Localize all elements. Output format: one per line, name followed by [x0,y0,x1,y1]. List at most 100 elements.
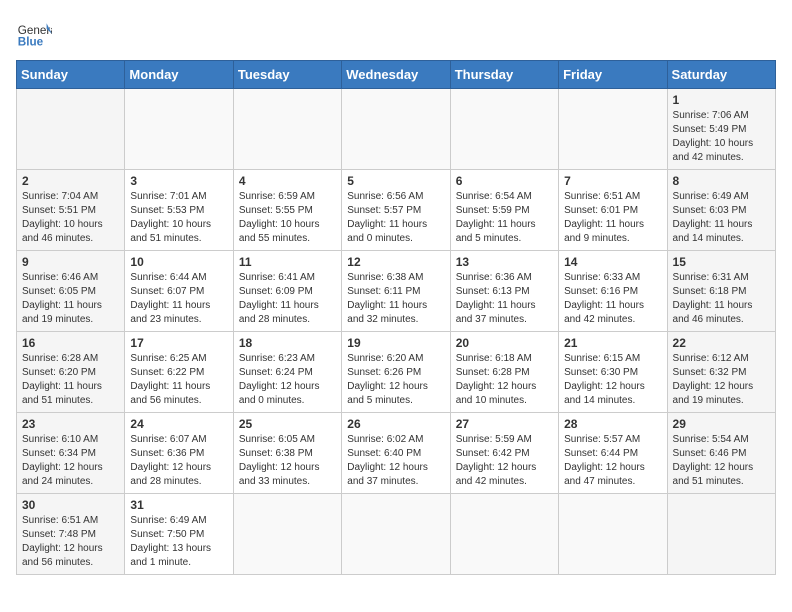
calendar-cell: 30 Sunrise: 6:51 AM Sunset: 7:48 PM Dayli… [17,494,125,575]
day-number: 1 [673,93,770,107]
week-row-3: 16Sunrise: 6:28 AM Sunset: 6:20 PM Dayli… [17,332,776,413]
day-info: Sunrise: 6:44 AM Sunset: 6:07 PM Dayligh… [130,271,227,327]
calendar-cell: 8 Sunrise: 6:49 AM Sunset: 6:03 PM Daylig… [667,170,775,251]
day-info: Sunrise: 6:07 AM Sunset: 6:36 PM Dayligh… [130,433,227,489]
week-row-5: 30 Sunrise: 6:51 AM Sunset: 7:48 PM Dayli… [17,494,776,575]
day-number: 24 [130,417,227,431]
day-number: 14 [564,255,661,269]
calendar-cell: 4 Sunrise: 6:59 AM Sunset: 5:55 PM Daylig… [233,170,341,251]
calendar-cell: 18Sunrise: 6:23 AM Sunset: 6:24 PM Dayli… [233,332,341,413]
day-info: Sunrise: 6:31 AM Sunset: 6:18 PM Dayligh… [673,271,770,327]
day-number: 2 [22,174,119,188]
day-number: 5 [347,174,444,188]
calendar-cell [559,494,667,575]
calendar-cell [233,89,341,170]
calendar-cell [125,89,233,170]
day-info: Sunrise: 6:49 AM Sunset: 7:50 PM Dayligh… [130,514,227,570]
week-row-2: 9Sunrise: 6:46 AM Sunset: 6:05 PM Daylig… [17,251,776,332]
day-number: 13 [456,255,553,269]
day-number: 7 [564,174,661,188]
day-number: 26 [347,417,444,431]
calendar-cell: 12 Sunrise: 6:38 AM Sunset: 6:11 PM Dayli… [342,251,450,332]
day-info: Sunrise: 6:28 AM Sunset: 6:20 PM Dayligh… [22,352,119,408]
day-info: Sunrise: 6:54 AM Sunset: 5:59 PM Dayligh… [456,190,553,246]
calendar-cell: 14Sunrise: 6:33 AM Sunset: 6:16 PM Dayli… [559,251,667,332]
day-number: 15 [673,255,770,269]
calendar-cell: 21 Sunrise: 6:15 AM Sunset: 6:30 PM Dayli… [559,332,667,413]
header-saturday: Saturday [667,61,775,89]
day-info: Sunrise: 7:06 AM Sunset: 5:49 PM Dayligh… [673,109,770,165]
header-monday: Monday [125,61,233,89]
calendar-cell: 13 Sunrise: 6:36 AM Sunset: 6:13 PM Dayli… [450,251,558,332]
logo-icon: General Blue [16,16,52,52]
calendar-cell [667,494,775,575]
day-number: 12 [347,255,444,269]
day-info: Sunrise: 6:02 AM Sunset: 6:40 PM Dayligh… [347,433,444,489]
day-info: Sunrise: 5:57 AM Sunset: 6:44 PM Dayligh… [564,433,661,489]
calendar-cell: 2Sunrise: 7:04 AM Sunset: 5:51 PM Daylig… [17,170,125,251]
calendar-cell: 6 Sunrise: 6:54 AM Sunset: 5:59 PM Daylig… [450,170,558,251]
calendar-cell: 27Sunrise: 5:59 AM Sunset: 6:42 PM Dayli… [450,413,558,494]
calendar-cell [342,89,450,170]
day-number: 8 [673,174,770,188]
day-number: 17 [130,336,227,350]
calendar-cell [450,89,558,170]
week-row-0: 1 Sunrise: 7:06 AM Sunset: 5:49 PM Daylig… [17,89,776,170]
day-info: Sunrise: 6:49 AM Sunset: 6:03 PM Dayligh… [673,190,770,246]
day-number: 23 [22,417,119,431]
calendar-cell: 16Sunrise: 6:28 AM Sunset: 6:20 PM Dayli… [17,332,125,413]
calendar-table: SundayMondayTuesdayWednesdayThursdayFrid… [16,60,776,575]
day-number: 22 [673,336,770,350]
calendar-cell [17,89,125,170]
day-number: 11 [239,255,336,269]
day-number: 4 [239,174,336,188]
header-thursday: Thursday [450,61,558,89]
day-info: Sunrise: 6:59 AM Sunset: 5:55 PM Dayligh… [239,190,336,246]
day-info: Sunrise: 6:15 AM Sunset: 6:30 PM Dayligh… [564,352,661,408]
day-info: Sunrise: 6:36 AM Sunset: 6:13 PM Dayligh… [456,271,553,327]
header-wednesday: Wednesday [342,61,450,89]
calendar-header: SundayMondayTuesdayWednesdayThursdayFrid… [17,61,776,89]
day-info: Sunrise: 6:51 AM Sunset: 7:48 PM Dayligh… [22,514,119,570]
day-info: Sunrise: 7:01 AM Sunset: 5:53 PM Dayligh… [130,190,227,246]
day-info: Sunrise: 6:18 AM Sunset: 6:28 PM Dayligh… [456,352,553,408]
day-info: Sunrise: 5:59 AM Sunset: 6:42 PM Dayligh… [456,433,553,489]
calendar-cell: 5Sunrise: 6:56 AM Sunset: 5:57 PM Daylig… [342,170,450,251]
day-number: 31 [130,498,227,512]
day-number: 20 [456,336,553,350]
calendar-cell: 17Sunrise: 6:25 AM Sunset: 6:22 PM Dayli… [125,332,233,413]
day-number: 21 [564,336,661,350]
calendar-cell: 9Sunrise: 6:46 AM Sunset: 6:05 PM Daylig… [17,251,125,332]
calendar-cell: 25Sunrise: 6:05 AM Sunset: 6:38 PM Dayli… [233,413,341,494]
day-info: Sunrise: 6:38 AM Sunset: 6:11 PM Dayligh… [347,271,444,327]
day-number: 30 [22,498,119,512]
header-tuesday: Tuesday [233,61,341,89]
calendar-cell: 20 Sunrise: 6:18 AM Sunset: 6:28 PM Dayli… [450,332,558,413]
day-info: Sunrise: 6:51 AM Sunset: 6:01 PM Dayligh… [564,190,661,246]
day-info: Sunrise: 6:41 AM Sunset: 6:09 PM Dayligh… [239,271,336,327]
day-info: Sunrise: 6:20 AM Sunset: 6:26 PM Dayligh… [347,352,444,408]
header-row: SundayMondayTuesdayWednesdayThursdayFrid… [17,61,776,89]
day-number: 6 [456,174,553,188]
day-number: 19 [347,336,444,350]
page-header: General Blue [16,16,776,52]
day-info: Sunrise: 6:46 AM Sunset: 6:05 PM Dayligh… [22,271,119,327]
day-info: Sunrise: 6:23 AM Sunset: 6:24 PM Dayligh… [239,352,336,408]
day-info: Sunrise: 6:10 AM Sunset: 6:34 PM Dayligh… [22,433,119,489]
calendar-cell: 15 Sunrise: 6:31 AM Sunset: 6:18 PM Dayli… [667,251,775,332]
calendar-cell: 7 Sunrise: 6:51 AM Sunset: 6:01 PM Daylig… [559,170,667,251]
calendar-cell: 24 Sunrise: 6:07 AM Sunset: 6:36 PM Dayli… [125,413,233,494]
day-number: 28 [564,417,661,431]
logo: General Blue [16,16,58,52]
calendar-cell [559,89,667,170]
day-info: Sunrise: 6:12 AM Sunset: 6:32 PM Dayligh… [673,352,770,408]
week-row-4: 23 Sunrise: 6:10 AM Sunset: 6:34 PM Dayli… [17,413,776,494]
day-info: Sunrise: 5:54 AM Sunset: 6:46 PM Dayligh… [673,433,770,489]
svg-text:Blue: Blue [18,36,44,49]
calendar-cell: 23 Sunrise: 6:10 AM Sunset: 6:34 PM Dayli… [17,413,125,494]
calendar-cell: 28 Sunrise: 5:57 AM Sunset: 6:44 PM Dayli… [559,413,667,494]
day-number: 10 [130,255,227,269]
header-sunday: Sunday [17,61,125,89]
calendar-body: 1 Sunrise: 7:06 AM Sunset: 5:49 PM Daylig… [17,89,776,575]
week-row-1: 2Sunrise: 7:04 AM Sunset: 5:51 PM Daylig… [17,170,776,251]
